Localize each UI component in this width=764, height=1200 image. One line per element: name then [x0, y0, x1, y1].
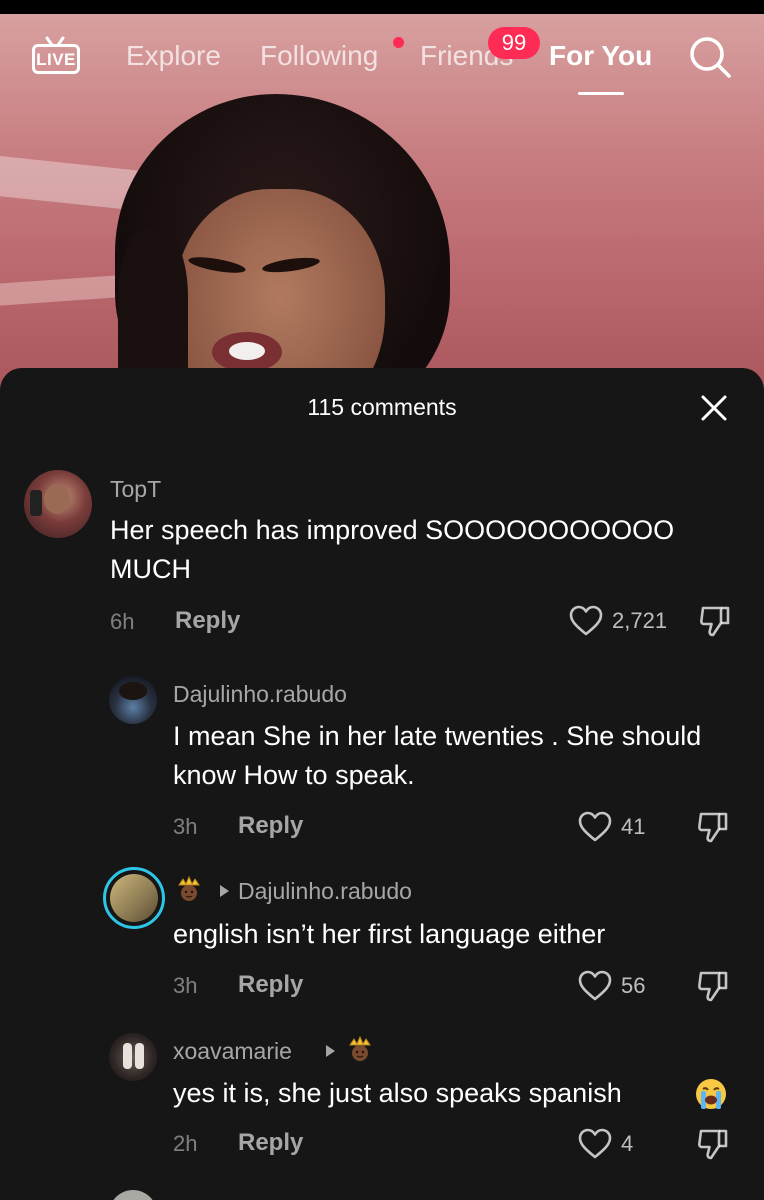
close-icon[interactable]: [700, 394, 728, 422]
like-count: 4: [621, 1131, 634, 1156]
heart-icon[interactable]: [578, 1128, 612, 1159]
heart-icon[interactable]: [578, 811, 612, 842]
crying-face-icon: [696, 1079, 726, 1109]
following-notification-dot: [393, 37, 404, 48]
arrow-right-icon: [220, 885, 229, 897]
avatar[interactable]: [109, 676, 157, 724]
avatar-story-ring[interactable]: [103, 867, 165, 929]
reply-button[interactable]: Reply: [238, 971, 303, 999]
comment-text: Her speech has improved SOOOOOOOOOOO MUC…: [110, 515, 675, 584]
comment-text: I mean She in her late twenties . She sh…: [173, 721, 702, 790]
dislike-icon[interactable]: [696, 1127, 730, 1161]
avatar[interactable]: [109, 1033, 157, 1081]
comment-time: 2h: [173, 1131, 198, 1156]
like-count: 56: [621, 973, 646, 998]
video-subject-face: [175, 189, 385, 394]
comment-username[interactable]: Dajulinho.rabudo: [173, 681, 347, 708]
tab-following[interactable]: Following: [260, 40, 378, 72]
status-bar: [0, 0, 764, 14]
crown-icon: [178, 875, 200, 901]
comment-username[interactable]: TopT: [110, 476, 161, 503]
live-icon[interactable]: LIVE: [30, 36, 82, 76]
top-navigation: LIVE Explore Following Friends 99 For Yo…: [0, 26, 764, 102]
avatar[interactable]: [109, 1190, 157, 1200]
tab-explore[interactable]: Explore: [126, 40, 221, 72]
comment-text: english isn’t her first language either: [173, 919, 606, 949]
reply-to-username[interactable]: Dajulinho.rabudo: [238, 878, 412, 905]
tab-for-you[interactable]: For You: [549, 40, 652, 72]
heart-icon[interactable]: [569, 605, 603, 636]
dislike-icon[interactable]: [698, 604, 732, 638]
heart-icon[interactable]: [578, 970, 612, 1001]
like-count: 41: [621, 814, 646, 839]
comment-time: 3h: [173, 973, 198, 998]
video-subject-mouth: [212, 332, 282, 372]
comment-time: 3h: [173, 814, 198, 839]
dislike-icon[interactable]: [696, 969, 730, 1003]
live-label: LIVE: [36, 50, 76, 69]
dislike-icon[interactable]: [696, 810, 730, 844]
crown-icon: [349, 1035, 371, 1061]
avatar[interactable]: [24, 470, 92, 538]
search-icon[interactable]: [687, 34, 733, 80]
friends-count-badge: 99: [488, 27, 540, 59]
comment-time: 6h: [110, 609, 135, 634]
reply-button[interactable]: Reply: [238, 1129, 303, 1157]
reply-button[interactable]: Reply: [238, 812, 303, 840]
reply-button[interactable]: Reply: [175, 607, 240, 635]
comment-text: yes it is, she just also speaks spanish: [173, 1078, 622, 1108]
comments-count-title: 115 comments: [307, 394, 457, 420]
comments-sheet: 115 comments TopT Her speech has improve…: [0, 368, 764, 1200]
like-count: 2,721: [612, 608, 668, 633]
arrow-right-icon: [326, 1045, 335, 1057]
active-tab-indicator: [578, 92, 624, 95]
comment-username[interactable]: xoavamarie: [173, 1038, 292, 1065]
